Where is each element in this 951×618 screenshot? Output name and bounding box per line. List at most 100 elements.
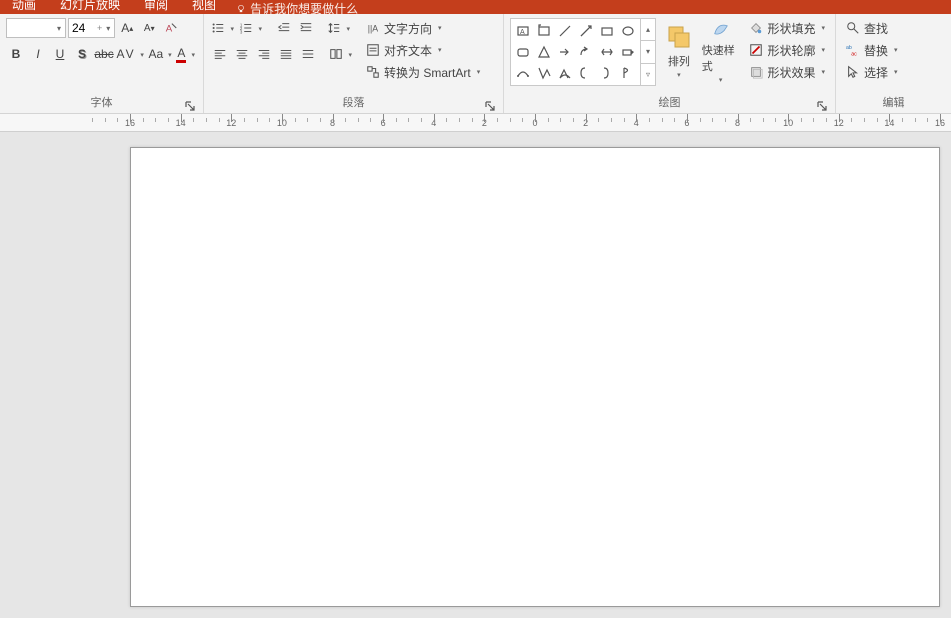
lightbulb-icon <box>236 4 246 14</box>
shape-cell-10[interactable] <box>597 42 617 62</box>
group-font: ▾ + ▾ A▴ A▾ A B I U S abc AV Aa A <box>0 14 204 113</box>
ribbon: ▾ + ▾ A▴ A▾ A B I U S abc AV Aa A <box>0 14 951 114</box>
select-label: 选择 <box>864 64 888 81</box>
shape-effects-icon <box>749 65 763 79</box>
distribute-text-button[interactable] <box>298 44 318 64</box>
tab-animation[interactable]: 动画 <box>0 0 48 14</box>
decrease-font-button[interactable]: A▾ <box>139 18 159 38</box>
group-editing: 查找 abac 替换▾ 选择▾ 编辑 <box>836 14 951 113</box>
shape-cell-12[interactable] <box>513 63 533 83</box>
align-text-button[interactable]: 对齐文本▾ <box>362 40 484 60</box>
group-drawing: A ▴ ▾ ▿ 排列▾ 快速样式▾ 形状填充▾ <box>504 14 836 113</box>
cursor-icon <box>846 65 860 79</box>
svg-text:ac: ac <box>851 51 857 57</box>
columns-button[interactable] <box>328 44 354 64</box>
arrange-button[interactable]: 排列▾ <box>660 18 698 84</box>
tab-slideshow[interactable]: 幻灯片放映 <box>48 0 132 14</box>
bold-button[interactable]: B <box>6 44 26 64</box>
character-spacing-button[interactable]: AV <box>116 44 146 64</box>
shape-fill-button[interactable]: 形状填充▾ <box>745 18 829 38</box>
change-case-button[interactable]: Aa <box>148 44 174 64</box>
font-color-button[interactable]: A <box>176 44 197 64</box>
shape-cell-17[interactable] <box>618 63 638 83</box>
shape-cell-15[interactable] <box>576 63 596 83</box>
shape-cell-14[interactable] <box>555 63 575 83</box>
align-justify-button[interactable] <box>276 44 296 64</box>
quick-styles-icon <box>707 18 735 40</box>
shape-effects-label: 形状效果 <box>767 64 815 81</box>
shape-cell-6[interactable] <box>513 42 533 62</box>
search-icon <box>846 21 860 35</box>
svg-text:||A: ||A <box>368 24 379 34</box>
shape-cell-0[interactable]: A <box>513 21 533 41</box>
gallery-up-button[interactable]: ▴ <box>641 19 655 41</box>
shape-fill-icon <box>749 21 763 35</box>
find-label: 查找 <box>864 20 888 37</box>
shape-cell-9[interactable] <box>576 42 596 62</box>
underline-button[interactable]: U <box>50 44 70 64</box>
group-editing-label: 编辑 <box>883 97 905 109</box>
shapes-gallery-scroll: ▴ ▾ ▿ <box>641 18 656 86</box>
dialog-launcher-icon[interactable] <box>185 101 195 111</box>
arrange-label: 排列 <box>668 53 690 69</box>
shape-cell-13[interactable] <box>534 63 554 83</box>
font-name-combo[interactable]: ▾ <box>6 18 66 38</box>
shape-cell-3[interactable] <box>576 21 596 41</box>
tab-review[interactable]: 审阅 <box>132 0 180 14</box>
convert-smartart-label: 转换为 SmartArt <box>384 64 471 81</box>
shapes-gallery[interactable]: A <box>510 18 641 86</box>
align-right-button[interactable] <box>254 44 274 64</box>
shadow-button[interactable]: S <box>72 44 92 64</box>
numbering-button[interactable]: 123 <box>238 18 264 38</box>
line-spacing-button[interactable] <box>326 18 352 38</box>
align-left-button[interactable] <box>210 44 230 64</box>
dialog-launcher-icon[interactable] <box>485 101 495 111</box>
shape-cell-16[interactable] <box>597 63 617 83</box>
shape-cell-7[interactable] <box>534 42 554 62</box>
shape-cell-11[interactable] <box>618 42 638 62</box>
replace-button[interactable]: abac 替换▾ <box>842 40 902 60</box>
increase-font-button[interactable]: A▴ <box>117 18 137 38</box>
shape-outline-icon <box>749 43 763 57</box>
gallery-more-button[interactable]: ▿ <box>641 64 655 85</box>
bullets-button[interactable] <box>210 18 236 38</box>
quick-styles-label: 快速样式 <box>702 42 740 74</box>
gallery-down-button[interactable]: ▾ <box>641 41 655 63</box>
select-button[interactable]: 选择▾ <box>842 62 902 82</box>
increase-indent-button[interactable] <box>296 18 316 38</box>
text-direction-icon: ||A <box>366 21 380 35</box>
smartart-icon <box>366 65 380 79</box>
align-text-label: 对齐文本 <box>384 42 432 59</box>
decrease-indent-button[interactable] <box>274 18 294 38</box>
font-size-input[interactable] <box>69 21 97 35</box>
arrange-icon <box>665 23 693 51</box>
shape-cell-4[interactable] <box>597 21 617 41</box>
chevron-down-icon: ▾ <box>102 24 114 33</box>
tab-view[interactable]: 视图 <box>180 0 228 14</box>
shape-outline-label: 形状轮廓 <box>767 42 815 59</box>
align-center-button[interactable] <box>232 44 252 64</box>
dialog-launcher-icon[interactable] <box>817 101 827 111</box>
horizontal-ruler: 1614121086420246810121416 <box>0 114 951 132</box>
svg-text:3: 3 <box>240 29 243 34</box>
find-button[interactable]: 查找 <box>842 18 902 38</box>
shape-effects-button[interactable]: 形状效果▾ <box>745 62 829 82</box>
shape-cell-1[interactable] <box>534 21 554 41</box>
shape-cell-5[interactable] <box>618 21 638 41</box>
strikethrough-button[interactable]: abc <box>94 44 114 64</box>
text-direction-button[interactable]: ||A 文字方向▾ <box>362 18 484 38</box>
slide-canvas[interactable] <box>130 147 940 607</box>
convert-smartart-button[interactable]: 转换为 SmartArt▾ <box>362 62 484 82</box>
svg-text:A: A <box>520 29 525 36</box>
group-drawing-label: 绘图 <box>659 97 681 109</box>
shape-cell-2[interactable] <box>555 21 575 41</box>
clear-formatting-button[interactable]: A <box>161 18 181 38</box>
quick-styles-button[interactable]: 快速样式▾ <box>702 18 740 84</box>
shape-cell-8[interactable] <box>555 42 575 62</box>
font-size-combo[interactable]: + ▾ <box>68 18 115 38</box>
shape-fill-label: 形状填充 <box>767 20 815 37</box>
replace-icon: abac <box>846 43 860 57</box>
text-direction-label: 文字方向 <box>384 20 432 37</box>
italic-button[interactable]: I <box>28 44 48 64</box>
shape-outline-button[interactable]: 形状轮廓▾ <box>745 40 829 60</box>
